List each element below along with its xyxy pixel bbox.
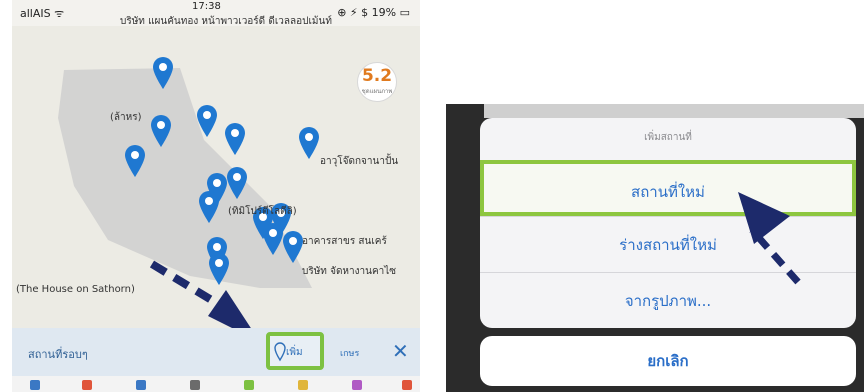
toolbar-icon[interactable] [298,380,308,390]
left-phone-screen: allAIS ᯤ 17:38 ⊕ ⚡ $ 19% ▭ บริษัท แผนคัน… [12,0,420,392]
status-time: 17:38 [192,1,221,12]
pin-plus-icon [274,342,286,362]
bottom-bar: สถานที่รอบๆ เพิ่ม เกษร ✕ [12,328,420,376]
add-place-label: เพิ่ม [286,347,303,358]
add-place-button[interactable]: เพิ่ม [266,332,324,370]
bottom-toolbar [12,376,420,392]
battery-indicator: ⊕ ⚡ $ 19% ▭ [337,6,410,19]
annotation-arrow [738,192,801,285]
nearby-places-label[interactable]: สถานที่รอบๆ [28,345,88,363]
toolbar-icon[interactable] [82,380,92,390]
toolbar-icon[interactable] [402,380,412,390]
annotation-arrow [149,260,251,328]
toolbar-icon[interactable] [30,380,40,390]
toolbar-icon[interactable] [136,380,146,390]
close-icon[interactable]: ✕ [392,339,409,363]
toolbar-icon[interactable] [190,380,200,390]
signal-indicator: allAIS ᯤ [20,7,65,20]
map-view[interactable]: 5.2 ชุดแผนภาพ (ล้าหร) อาวุโจ๊ดกจานาปั้น … [12,26,420,328]
right-phone-screen: เพิ่มสถานที่ สถานที่ใหม่ ร่างสถานที่ใหม่… [446,104,864,392]
sync-button[interactable]: เกษร [340,346,359,360]
toolbar-icon[interactable] [352,380,362,390]
toolbar-icon[interactable] [244,380,254,390]
